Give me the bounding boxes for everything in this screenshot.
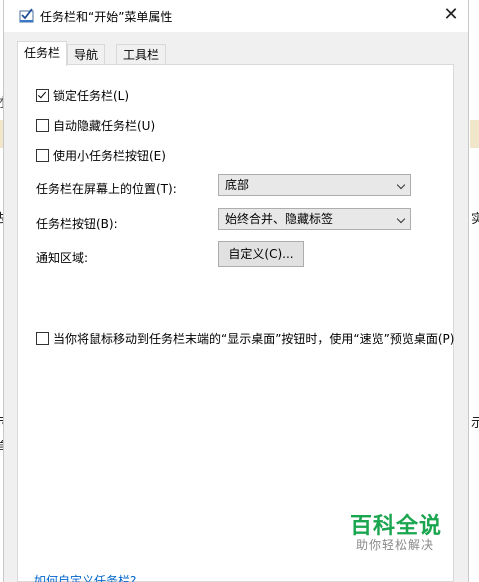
small-buttons-label: 使用小任务栏按钮(E): [53, 149, 166, 163]
notification-area-label: 通知区域:: [36, 251, 89, 265]
background-band-right: [470, 120, 479, 148]
close-button[interactable]: ✕: [436, 0, 466, 30]
window-title: 任务栏和“开始”菜单属性: [40, 10, 173, 24]
taskbar-buttons-label: 任务栏按钮(B):: [36, 217, 118, 231]
lock-taskbar-label: 锁定任务栏(L): [53, 89, 130, 103]
taskbar-location-value: 底部: [225, 178, 250, 192]
taskbar-tab-panel: 锁定任务栏(L) 自动隐藏任务栏(U) 使用小任务栏按钮(E) 任务栏在屏幕上的…: [17, 64, 454, 582]
autohide-taskbar-label: 自动隐藏任务栏(U): [53, 119, 156, 133]
chevron-down-icon: [396, 180, 406, 190]
tab-navigation[interactable]: 导航: [67, 44, 106, 65]
background-text-fragment: 实: [471, 212, 479, 227]
screen: 才 去 示 单 示 实 任务栏和“开始”菜单属性 ✕ 任务栏: [0, 0, 479, 582]
lock-taskbar-option[interactable]: 锁定任务栏(L): [36, 87, 129, 104]
help-link[interactable]: 如何自定义任务栏?: [34, 572, 136, 582]
autohide-taskbar-checkbox[interactable]: [36, 119, 49, 132]
dialog-body: 任务栏 导航 工具栏 锁定任务栏(L) 自动隐藏任务栏(U) 使用小任务栏按钮(…: [4, 32, 468, 582]
peek-label: 当你将鼠标移动到任务栏末端的“显示桌面”按钮时，使用“速览”预览桌面(P): [53, 332, 455, 346]
taskbar-properties-dialog: 任务栏和“开始”菜单属性 ✕ 任务栏 导航 工具栏 锁定任务栏(L) 自动隐藏任…: [3, 0, 469, 582]
tab-label: 任务栏: [24, 46, 61, 60]
close-icon: ✕: [443, 4, 459, 25]
small-buttons-checkbox[interactable]: [36, 149, 49, 162]
peek-checkbox[interactable]: [36, 332, 49, 345]
tab-taskbar[interactable]: 任务栏: [17, 41, 68, 66]
tab-label: 工具栏: [123, 48, 160, 62]
autohide-taskbar-option[interactable]: 自动隐藏任务栏(U): [36, 117, 155, 134]
customize-notification-button[interactable]: 自定义(C)...: [218, 241, 304, 267]
peek-option[interactable]: 当你将鼠标移动到任务栏末端的“显示桌面”按钮时，使用“速览”预览桌面(P): [36, 330, 454, 347]
taskbar-location-select[interactable]: 底部: [218, 174, 411, 196]
customize-button-label: 自定义(C)...: [228, 247, 294, 261]
checkmark-icon: [37, 89, 47, 99]
background-text-fragment: 示: [471, 416, 479, 431]
taskbar-location-label: 任务栏在屏幕上的位置(T):: [36, 182, 177, 196]
lock-taskbar-checkbox[interactable]: [36, 89, 49, 102]
tab-label: 导航: [74, 48, 99, 62]
taskbar-buttons-value: 始终合并、隐藏标签: [225, 212, 334, 226]
watermark-subtitle: 助你轻松解决: [356, 538, 435, 552]
tab-toolbars[interactable]: 工具栏: [116, 44, 167, 65]
taskbar-properties-icon: [19, 8, 35, 24]
small-buttons-option[interactable]: 使用小任务栏按钮(E): [36, 147, 166, 164]
taskbar-buttons-select[interactable]: 始终合并、隐藏标签: [218, 208, 411, 230]
title-bar[interactable]: 任务栏和“开始”菜单属性 ✕: [4, 0, 468, 32]
chevron-down-icon: [396, 214, 406, 224]
